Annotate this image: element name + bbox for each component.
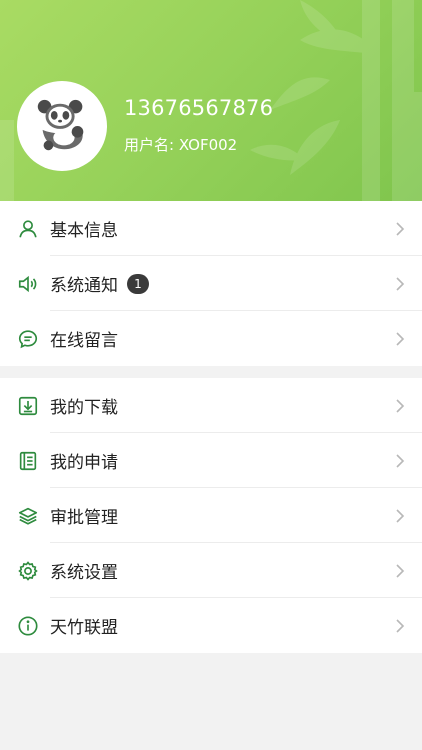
menu-item-notifications[interactable]: 系统通知 1 — [0, 256, 422, 311]
menu-item-my-downloads[interactable]: 我的下载 — [0, 378, 422, 433]
menu-item-my-applications[interactable]: 我的申请 — [0, 433, 422, 488]
menu-item-system-settings[interactable]: 系统设置 — [0, 543, 422, 598]
menu-item-label: 系统设置 — [50, 563, 118, 583]
gear-icon — [17, 560, 39, 582]
chevron-right-icon — [396, 276, 405, 291]
chevron-right-icon — [396, 221, 405, 236]
menu-item-label: 审批管理 — [50, 508, 118, 528]
speaker-icon — [17, 273, 39, 295]
user-account-name: 用户名: XOF002 — [124, 136, 238, 154]
menu-item-label: 系统通知 — [50, 276, 118, 296]
menu-item-label: 天竹联盟 — [50, 618, 118, 638]
notification-count-badge: 1 — [127, 273, 149, 294]
chat-icon — [17, 328, 39, 350]
menu-item-label: 我的申请 — [50, 453, 118, 473]
menu-group-primary: 基本信息 系统通知 1 在线留言 — [0, 201, 422, 366]
info-icon — [17, 615, 39, 637]
panda-icon — [37, 99, 84, 151]
download-icon — [17, 395, 39, 417]
menu-item-online-message[interactable]: 在线留言 — [0, 311, 422, 366]
user-icon — [17, 218, 39, 240]
chevron-right-icon — [396, 508, 405, 523]
menu-group-secondary: 我的下载 我的申请 审批管理 系统设置 天竹联盟 — [0, 378, 422, 653]
profile-header: 13676567876 用户名: XOF002 — [0, 0, 422, 201]
chevron-right-icon — [396, 563, 405, 578]
chevron-right-icon — [396, 398, 405, 413]
user-phone: 13676567876 — [124, 96, 274, 120]
menu-item-label: 基本信息 — [50, 221, 118, 241]
menu-item-approval-management[interactable]: 审批管理 — [0, 488, 422, 543]
layers-icon — [17, 505, 39, 527]
menu-item-label: 在线留言 — [50, 331, 118, 351]
document-icon — [17, 450, 39, 472]
chevron-right-icon — [396, 331, 405, 346]
chevron-right-icon — [396, 618, 405, 633]
menu-item-label: 我的下载 — [50, 398, 118, 418]
avatar[interactable] — [17, 81, 107, 171]
menu-item-tianzhu-alliance[interactable]: 天竹联盟 — [0, 598, 422, 653]
chevron-right-icon — [396, 453, 405, 468]
menu-item-basic-info[interactable]: 基本信息 — [0, 201, 422, 256]
